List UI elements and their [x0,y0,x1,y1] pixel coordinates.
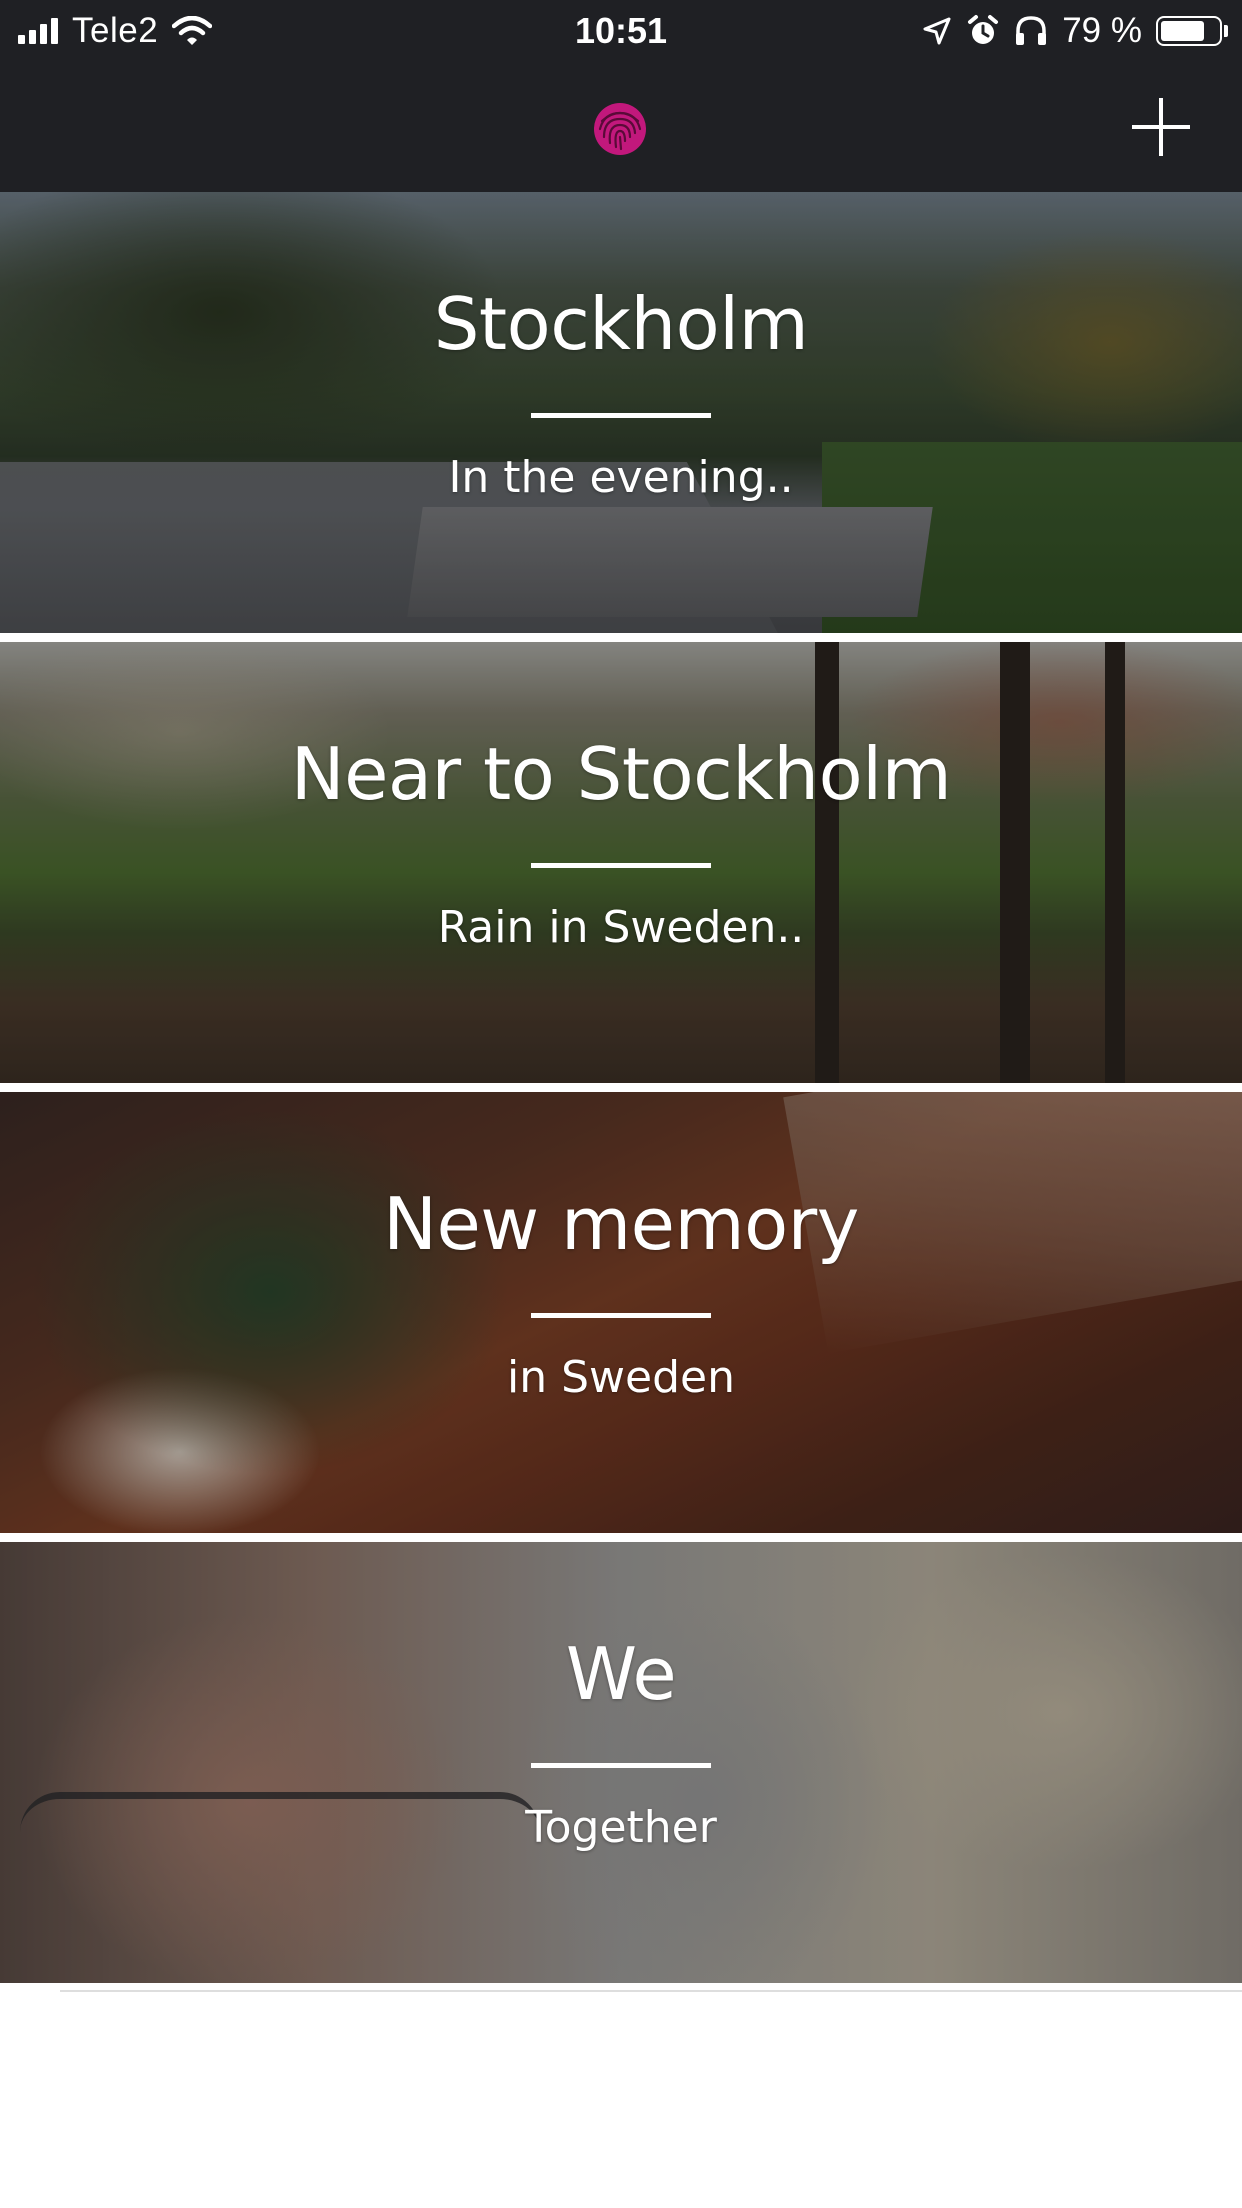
memory-subtitle: in Sweden [507,1352,735,1403]
nav-bar [0,62,1242,192]
plus-icon [1132,98,1190,156]
title-divider [531,1313,711,1318]
memory-title: We [565,1632,677,1716]
memory-subtitle: In the evening.. [448,452,794,503]
add-button[interactable] [1126,92,1196,162]
battery-percent: 79 % [1062,11,1142,50]
memory-title: Near to Stockholm [290,732,952,816]
memory-list: Stockholm In the evening.. Near to Stock… [0,192,1242,1983]
status-right: 79 % [922,0,1228,62]
headphones-icon [1016,16,1047,45]
memory-title: New memory [383,1182,859,1266]
battery-nub [1224,25,1228,37]
memory-title: Stockholm [433,282,809,366]
location-arrow-icon [923,17,951,45]
list-separator [60,1990,1242,1992]
battery-icon [1156,16,1222,46]
memory-subtitle: Together [525,1802,717,1853]
battery-level [1161,21,1204,41]
title-divider [531,1763,711,1768]
status-bar: Tele2 10:51 79 % [0,0,1242,62]
memory-card-we[interactable]: We Together [0,1542,1242,1983]
memory-subtitle: Rain in Sweden.. [437,902,805,953]
memory-card-near-stockholm[interactable]: Near to Stockholm Rain in Sweden.. [0,642,1242,1083]
fingerprint-icon[interactable] [590,99,650,159]
memory-card-new-memory[interactable]: New memory in Sweden [0,1092,1242,1533]
memory-card-stockholm[interactable]: Stockholm In the evening.. [0,192,1242,633]
title-divider [531,413,711,418]
title-divider [531,863,711,868]
alarm-icon [968,15,999,44]
